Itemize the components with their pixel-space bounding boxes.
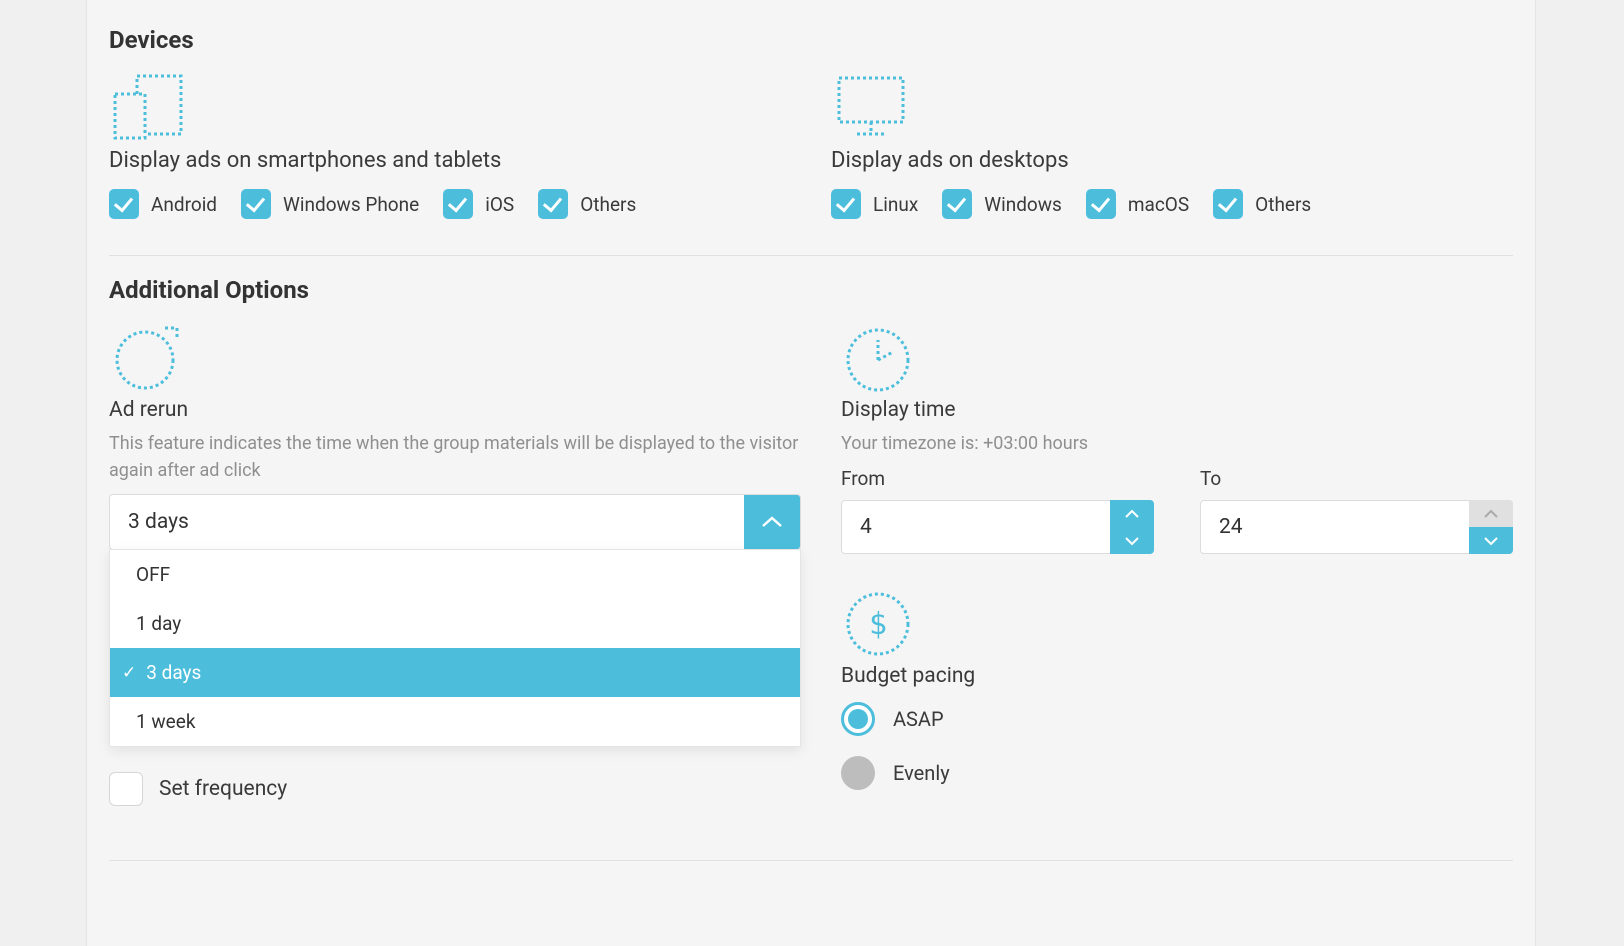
radio-evenly[interactable]: Evenly [841, 756, 1513, 790]
time-to-col: To 24 [1200, 467, 1513, 554]
clock-icon [841, 322, 921, 392]
from-value: 4 [842, 501, 1110, 553]
checkbox-label: Windows [984, 193, 1062, 216]
checkbox-ios[interactable]: iOS [443, 189, 514, 219]
from-label: From [841, 467, 1154, 490]
checkbox-icon [443, 189, 473, 219]
additional-columns: Ad rerun This feature indicates the time… [109, 322, 1513, 810]
time-from-col: From 4 [841, 467, 1154, 554]
display-time-hint: Your timezone is: +03:00 hours [841, 430, 1513, 457]
radio-label: ASAP [893, 707, 944, 731]
dropdown-option-1-day[interactable]: 1 day [110, 599, 800, 648]
devices-desktop-col: Display ads on desktops Linux Windows ma… [831, 72, 1513, 219]
ad-rerun-dropdown: OFF 1 day 3 days 1 week [109, 549, 801, 747]
section-divider [109, 255, 1513, 256]
checkbox-android[interactable]: Android [109, 189, 217, 219]
svg-text:$: $ [869, 607, 887, 642]
radio-label: Evenly [893, 761, 950, 785]
settings-panel: Devices Display ads on smartphones and t… [86, 0, 1536, 946]
dropdown-option-off[interactable]: OFF [110, 550, 800, 599]
desktop-check-row: Linux Windows macOS Others [831, 189, 1513, 219]
to-down-button[interactable] [1469, 527, 1513, 554]
checkbox-label: Windows Phone [283, 193, 419, 216]
dropdown-option-3-days[interactable]: 3 days [110, 648, 800, 697]
checkbox-label: iOS [485, 193, 514, 216]
from-down-button[interactable] [1110, 527, 1154, 554]
checkbox-icon [942, 189, 972, 219]
checkbox-icon [241, 189, 271, 219]
display-time-col: Display time Your timezone is: +03:00 ho… [841, 322, 1513, 810]
to-label: To [1200, 467, 1513, 490]
section-divider [109, 860, 1513, 861]
ad-rerun-col: Ad rerun This feature indicates the time… [109, 322, 801, 810]
radio-off-icon [841, 756, 875, 790]
checkbox-mobile-others[interactable]: Others [538, 189, 636, 219]
radio-on-icon [841, 702, 875, 736]
checkbox-icon [538, 189, 568, 219]
display-time-label: Display time [841, 398, 1513, 422]
checkbox-windows-phone[interactable]: Windows Phone [241, 189, 419, 219]
checkbox-label: Android [151, 193, 217, 216]
checkbox-label: macOS [1128, 193, 1189, 216]
ad-rerun-select[interactable]: 3 days [109, 494, 801, 550]
dollar-icon: $ [841, 588, 921, 658]
to-up-button[interactable] [1469, 500, 1513, 527]
checkbox-macos[interactable]: macOS [1086, 189, 1189, 219]
ad-rerun-hint: This feature indicates the time when the… [109, 430, 801, 484]
desktop-group-label: Display ads on desktops [831, 148, 1513, 173]
ad-rerun-label: Ad rerun [109, 398, 801, 422]
to-value: 24 [1201, 501, 1469, 553]
desktop-icon [831, 72, 911, 142]
from-stepper-buttons [1110, 500, 1154, 554]
section-title-additional: Additional Options [109, 276, 1513, 304]
mobile-group-label: Display ads on smartphones and tablets [109, 148, 791, 173]
checkbox-label: Others [580, 193, 636, 216]
section-title-devices: Devices [109, 26, 1513, 54]
from-stepper[interactable]: 4 [841, 500, 1154, 554]
ad-rerun-select-wrap: 3 days OFF 1 day 3 days 1 week [109, 494, 801, 550]
to-stepper-buttons [1469, 500, 1513, 554]
mobile-tablet-icon [109, 72, 189, 142]
checkbox-icon [109, 189, 139, 219]
set-frequency-checkbox[interactable] [109, 772, 143, 806]
checkbox-icon [1213, 189, 1243, 219]
to-stepper[interactable]: 24 [1200, 500, 1513, 554]
checkbox-windows[interactable]: Windows [942, 189, 1062, 219]
rerun-icon [109, 322, 189, 392]
set-frequency-label: Set frequency [159, 777, 287, 801]
checkbox-icon [1086, 189, 1116, 219]
mobile-check-row: Android Windows Phone iOS Others [109, 189, 791, 219]
checkbox-linux[interactable]: Linux [831, 189, 918, 219]
budget-pacing-label: Budget pacing [841, 664, 1513, 688]
devices-columns: Display ads on smartphones and tablets A… [109, 72, 1513, 219]
radio-asap[interactable]: ASAP [841, 702, 1513, 736]
devices-mobile-col: Display ads on smartphones and tablets A… [109, 72, 791, 219]
from-up-button[interactable] [1110, 500, 1154, 527]
checkbox-label: Others [1255, 193, 1311, 216]
chevron-up-icon [744, 495, 800, 549]
checkbox-icon [831, 189, 861, 219]
dropdown-option-1-week[interactable]: 1 week [110, 697, 800, 746]
time-range-row: From 4 To [841, 467, 1513, 554]
ad-rerun-value: 3 days [128, 510, 189, 534]
set-frequency-row[interactable]: Set frequency [109, 772, 801, 806]
checkbox-desktop-others[interactable]: Others [1213, 189, 1311, 219]
checkbox-label: Linux [873, 193, 918, 216]
